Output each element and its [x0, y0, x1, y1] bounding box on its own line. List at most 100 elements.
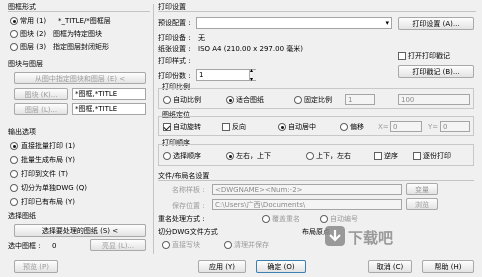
copies-spinner[interactable] — [249, 67, 256, 83]
radio-order-select-label: 选择顺序 — [173, 152, 201, 160]
highlight-button[interactable]: 亮显 (L)... — [90, 239, 146, 251]
paper-value: ISO A4 (210.00 x 297.00 毫米) — [198, 45, 303, 53]
auto-rotate-checkbox[interactable] — [163, 123, 171, 131]
group-title-block-layer: 图块与图层 — [8, 60, 43, 68]
offset-y-field[interactable]: 0 — [440, 121, 470, 132]
panel-divider — [153, 4, 154, 254]
layer-value-field[interactable]: *图框,*TITLE — [72, 103, 146, 115]
radio-split-copy[interactable] — [162, 241, 170, 249]
select-drawings-button[interactable]: 选择要处理的图纸 (S) < — [14, 224, 146, 237]
print-stamp-button[interactable]: 打印戳记 (B)... — [398, 65, 474, 78]
block-button[interactable]: 图块 (K)... — [14, 88, 68, 100]
divider — [8, 11, 150, 12]
radio-layer-label: 图层 (3) — [20, 43, 47, 51]
radio-order-lr[interactable] — [226, 152, 234, 160]
rename-mode-label: 重名处理方式 : — [158, 215, 205, 223]
device-label: 打印设备 : — [158, 34, 191, 42]
radio-rename-overwrite[interactable] — [262, 215, 270, 223]
cancel-button[interactable]: 取消 (C) — [368, 260, 412, 273]
block-value-field[interactable]: *图框,*TITLE — [72, 88, 146, 100]
watermark-text: 下载吧 — [348, 229, 394, 247]
scale-value-field[interactable]: 100 — [398, 94, 470, 105]
divider — [158, 180, 474, 181]
browse-button[interactable]: 浏览 — [406, 198, 438, 210]
radio-auto-center[interactable] — [278, 123, 286, 131]
preset-label: 预设配置 : — [158, 19, 191, 27]
radio-auto-center-label: 自动居中 — [288, 123, 316, 131]
paper-label: 纸张设置 : — [158, 45, 191, 53]
radio-print-existing[interactable] — [10, 198, 18, 206]
offset-y-label: Y= — [428, 123, 439, 131]
radio-split-dwg[interactable] — [10, 184, 18, 192]
radio-split-dwg-label: 切分为单独DWG (Q) — [21, 184, 87, 192]
preview-button[interactable]: 预览 (P) — [14, 260, 58, 273]
radio-print-to-file-label: 打印到文件 (T) — [21, 170, 68, 178]
position-group — [158, 116, 474, 136]
reverse-checkbox[interactable] — [222, 123, 230, 131]
reverse-order-label: 逆序 — [384, 152, 398, 160]
preset-select[interactable]: ▾ — [196, 17, 392, 29]
copies-field[interactable]: 1 — [196, 69, 256, 81]
help-button[interactable]: 帮助 (H) — [422, 260, 474, 273]
print-settings-button[interactable]: 打印设置 (A)... — [398, 17, 474, 30]
page-by-page-checkbox[interactable] — [413, 152, 421, 160]
radio-print-to-file[interactable] — [10, 170, 18, 178]
radio-layer[interactable] — [10, 43, 18, 51]
radio-scale-auto-label: 自动比例 — [173, 96, 201, 104]
group-title-output: 输出选项 — [8, 128, 36, 136]
radio-split-copy-label: 直接写块 — [172, 241, 200, 249]
watermark-icon — [325, 226, 345, 246]
ok-button[interactable]: 确定 (O) — [256, 260, 306, 273]
save-location-label: 保存位置 : — [172, 202, 205, 210]
stamp-checkbox-label: 打开打印戳记 — [408, 52, 450, 60]
page-by-page-label: 逐份打印 — [423, 152, 451, 160]
radio-rename-overwrite-label: 覆盖重名 — [272, 215, 300, 223]
radio-batch-layout-label: 批量生成布局 (Y) — [21, 156, 75, 164]
chevron-down-icon: ▾ — [385, 19, 389, 27]
radio-block[interactable] — [10, 30, 18, 38]
variable-button[interactable]: 变量 — [406, 183, 438, 195]
radio-scale-fit-label: 适合图纸 — [236, 96, 264, 104]
radio-order-ud[interactable] — [306, 152, 314, 160]
radio-split-clean[interactable] — [224, 241, 232, 249]
style-label: 打印样式 : — [158, 57, 191, 65]
radio-order-select[interactable] — [163, 152, 171, 160]
radio-batch-layout[interactable] — [10, 156, 18, 164]
layer-button[interactable]: 图层 (L)... — [14, 103, 68, 115]
radio-scale-fixed[interactable] — [294, 96, 302, 104]
radio-scale-auto[interactable] — [163, 96, 171, 104]
radio-offset[interactable] — [340, 123, 348, 131]
radio-direct-print[interactable] — [10, 142, 18, 150]
layer-desc: 指定图层封闭矩形 — [53, 43, 109, 51]
name-template-label: 名称样板 : — [172, 186, 205, 194]
radio-split-clean-label: 清理并保存 — [234, 241, 269, 249]
offset-x-label: X= — [378, 123, 389, 131]
auto-rotate-label: 自动旋转 — [173, 123, 201, 131]
radio-common[interactable] — [10, 17, 18, 25]
group-title-select: 选择图纸 — [8, 212, 36, 220]
radio-print-existing-label: 打印已有布局 (Y) — [21, 198, 75, 206]
watermark-logo: 下载吧 — [324, 222, 402, 250]
copies-label: 打印份数 : — [158, 72, 191, 80]
selected-frames-label: 选中图框 : — [8, 242, 41, 250]
radio-scale-fit[interactable] — [226, 96, 234, 104]
block-desc: 图框为特定图块 — [53, 30, 102, 38]
group-title-split-dwg: 切分DWG文件方式 — [158, 228, 218, 236]
reverse-order-checkbox[interactable] — [374, 152, 382, 160]
radio-order-lr-label: 左右，上下 — [236, 152, 271, 160]
save-location-field[interactable]: C:\Users\广西\Documents\ — [212, 199, 402, 210]
radio-common-label: 常用 (1) — [20, 17, 47, 25]
name-template-field[interactable]: <DWGNAME><Num:-2> — [212, 184, 402, 195]
scale-ratio-field[interactable]: 1 — [345, 94, 375, 105]
radio-order-ud-label: 上下，左右 — [316, 152, 351, 160]
pick-from-drawing-button[interactable]: 从图中指定图块和图层 (E) < — [14, 72, 146, 84]
apply-button[interactable]: 应用 (Y) — [198, 260, 246, 273]
radio-block-label: 图块 (2) — [20, 30, 47, 38]
stamp-checkbox[interactable] — [398, 52, 406, 60]
offset-x-field[interactable]: 0 — [390, 121, 422, 132]
radio-scale-fixed-label: 固定比例 — [304, 96, 332, 104]
reverse-label: 反向 — [232, 123, 246, 131]
radio-direct-print-label: 直接批量打印 (1) — [21, 142, 76, 150]
selected-frames-count: 0 — [52, 242, 57, 250]
common-value: *_TITLE/*图框层 — [58, 17, 111, 25]
